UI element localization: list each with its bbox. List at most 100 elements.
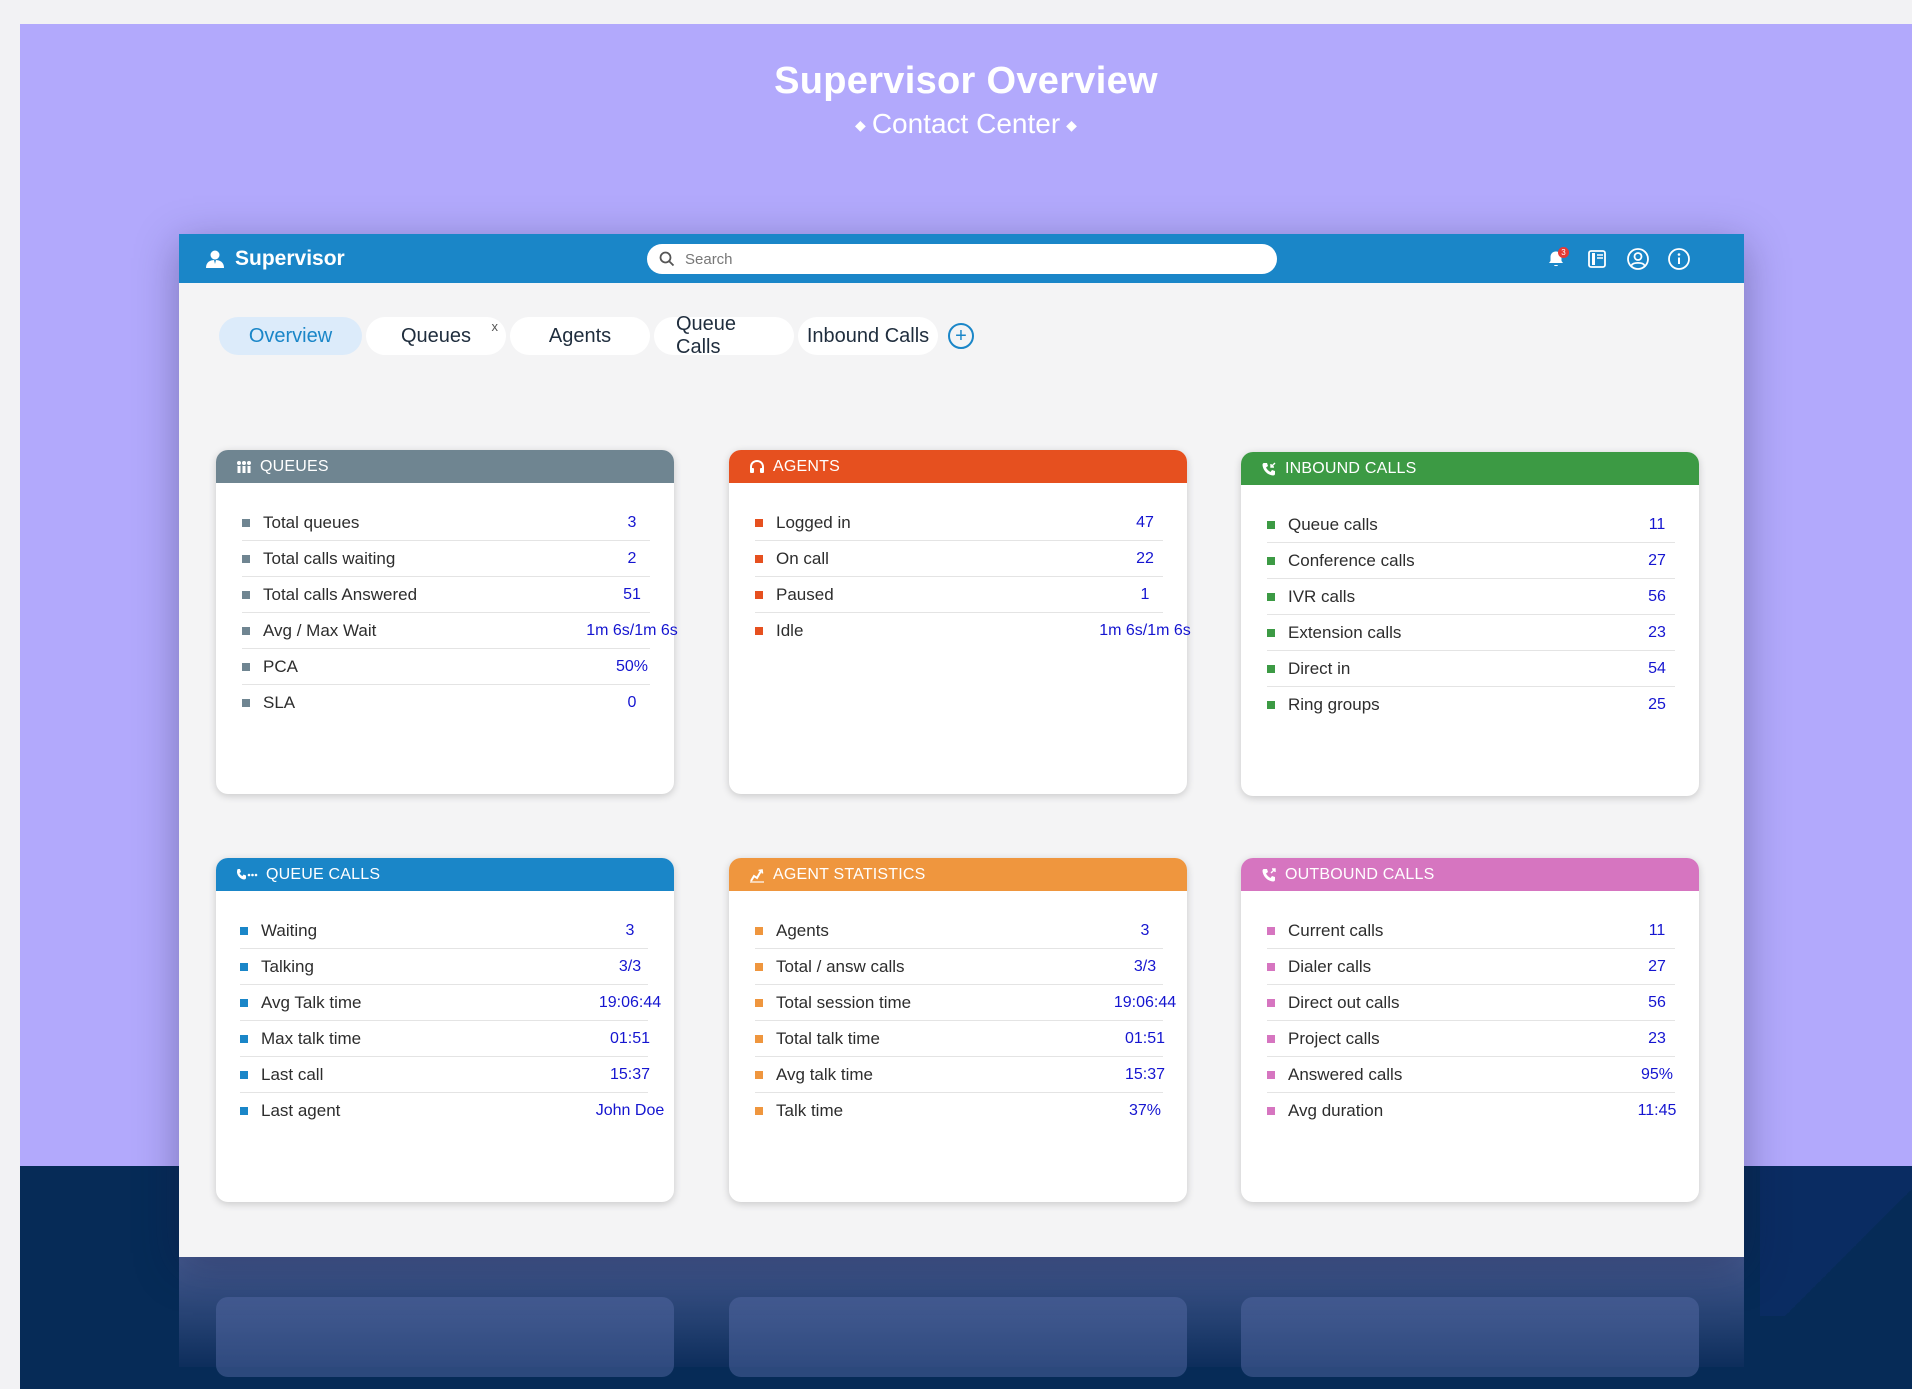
square-bullet-icon	[755, 590, 763, 599]
stat-row: Total calls Answered 51	[242, 577, 650, 613]
stat-row: Total session time 19:06:44	[755, 985, 1176, 1021]
square-bullet-icon	[755, 554, 763, 563]
stat-value: 47	[1136, 514, 1154, 531]
search-icon	[659, 251, 675, 267]
info-button[interactable]	[1666, 246, 1692, 272]
diamond-icon: ◆	[1066, 117, 1077, 134]
hero-subtitle-text: Contact Center	[871, 108, 1061, 139]
tab-overview[interactable]: Overview	[219, 317, 362, 355]
info-icon	[1668, 247, 1690, 270]
stat-value: 11:45	[1637, 1102, 1677, 1119]
add-tab-button[interactable]: +	[948, 323, 974, 349]
square-bullet-icon	[1267, 592, 1275, 601]
search-input[interactable]	[685, 250, 1245, 268]
tab-agents[interactable]: Agents	[510, 317, 650, 355]
square-bullet-icon	[755, 518, 763, 527]
stat-value: 56	[1648, 994, 1666, 1011]
square-bullet-icon	[1267, 1034, 1275, 1043]
stat-value: 15:37	[1124, 1066, 1166, 1083]
square-bullet-icon	[1267, 664, 1275, 673]
account-button[interactable]	[1625, 246, 1651, 272]
square-bullet-icon	[755, 1034, 763, 1043]
square-bullet-icon	[1267, 1107, 1275, 1115]
square-bullet-icon	[755, 962, 763, 971]
stat-value: 25	[1648, 696, 1666, 713]
square-bullet-icon	[1267, 962, 1275, 971]
stat-row: IVR calls 56	[1267, 579, 1675, 615]
queues-card: QUEUES Total queues 3 Total calls waiting 2…	[216, 450, 678, 794]
square-bullet-icon	[242, 662, 250, 671]
card-title: AGENTS	[773, 457, 840, 475]
stat-value: 95%	[1640, 1066, 1674, 1083]
card-rows: Current calls 11 Dialer calls 27 Direct out …	[1241, 891, 1699, 1129]
stat-value: 11	[1648, 922, 1666, 939]
stat-value: 22	[1136, 550, 1154, 567]
stat-value: 50%	[615, 658, 649, 675]
stat-row: Extension calls 23	[1267, 615, 1675, 651]
card-header: AGENTS	[729, 450, 1187, 483]
stat-value: 54	[1648, 660, 1666, 677]
stat-value: 1m 6s/1m 6s	[586, 622, 678, 639]
square-bullet-icon	[242, 518, 250, 527]
square-bullet-icon	[240, 1070, 248, 1079]
phone-panel-button[interactable]	[1584, 246, 1610, 272]
stat-row: Avg talk time 15:37	[755, 1057, 1165, 1093]
stat-value: 27	[1648, 958, 1666, 975]
stat-value: 1m 6s/1m 6s	[1099, 622, 1191, 639]
tab-queue-calls[interactable]: Queue Calls	[654, 313, 794, 358]
stat-value: 51	[623, 586, 641, 603]
card-title: INBOUND CALLS	[1285, 459, 1417, 477]
brand[interactable]: Supervisor	[205, 234, 345, 283]
tab-inbound-calls[interactable]: Inbound Calls	[798, 317, 938, 355]
stat-row: Last call 15:37	[240, 1057, 650, 1093]
stat-value: 3	[1140, 922, 1150, 939]
notifications-button[interactable]: 3	[1543, 246, 1569, 272]
card-title: QUEUES	[260, 457, 329, 475]
stat-row: Total queues 3	[242, 505, 650, 541]
stat-value: 3	[627, 514, 637, 531]
hero-subtitle: ◆ Contact Center ◆	[20, 108, 1912, 140]
phone-queue-icon	[237, 868, 258, 879]
stat-row: Paused 1	[755, 577, 1163, 613]
stat-row: Ring groups 25	[1267, 687, 1675, 723]
hero-title: Supervisor Overview	[774, 60, 1158, 102]
reflection-card	[216, 1297, 674, 1377]
stat-row: Agents 3	[755, 913, 1163, 949]
stat-value: 11	[1648, 516, 1666, 533]
search-bar[interactable]	[647, 244, 1277, 274]
user-icon	[206, 250, 224, 268]
stat-row: Direct out calls 56	[1267, 985, 1675, 1021]
tab-queues[interactable]: Queues x	[366, 317, 506, 355]
stat-row: Avg duration 11:45	[1267, 1093, 1676, 1129]
stat-row: Total / answ calls 3/3	[755, 949, 1163, 985]
stat-value: 37%	[1128, 1102, 1162, 1119]
card-title: QUEUE CALLS	[266, 865, 381, 883]
app-window: Supervisor 3	[179, 234, 1744, 1257]
account-circle-icon	[1627, 247, 1649, 270]
headset-icon	[750, 459, 764, 473]
square-bullet-icon	[240, 1107, 248, 1115]
stat-value: 1	[1140, 586, 1150, 603]
card-header: INBOUND CALLS	[1241, 452, 1699, 485]
top-icons: 3	[1543, 234, 1692, 283]
stat-value: 3/3	[1133, 958, 1157, 975]
square-bullet-icon	[240, 926, 248, 935]
window-reflection	[179, 1257, 1744, 1377]
stat-row: Talking 3/3	[240, 949, 648, 985]
square-bullet-icon	[1267, 701, 1275, 709]
stat-row: Queue calls 11	[1267, 507, 1675, 543]
tab-label: Agents	[548, 324, 612, 347]
square-bullet-icon	[1267, 628, 1275, 637]
stat-value: John Doe	[595, 1102, 665, 1119]
stat-value: 2	[627, 550, 637, 567]
square-bullet-icon	[242, 554, 250, 563]
square-bullet-icon	[242, 626, 250, 635]
square-bullet-icon	[1267, 556, 1275, 565]
card-header: OUTBOUND CALLS	[1241, 858, 1699, 891]
stat-row: Total talk time 01:51	[755, 1021, 1165, 1057]
agent-statistics-card: AGENT STATISTICS Agents 3 Total / answ cal…	[729, 858, 1187, 1202]
square-bullet-icon	[242, 699, 250, 707]
brand-label: Supervisor	[235, 246, 345, 270]
close-icon[interactable]: x	[492, 319, 499, 334]
inbound-calls-card: INBOUND CALLS Queue calls 11 Conference ca…	[1241, 452, 1699, 796]
